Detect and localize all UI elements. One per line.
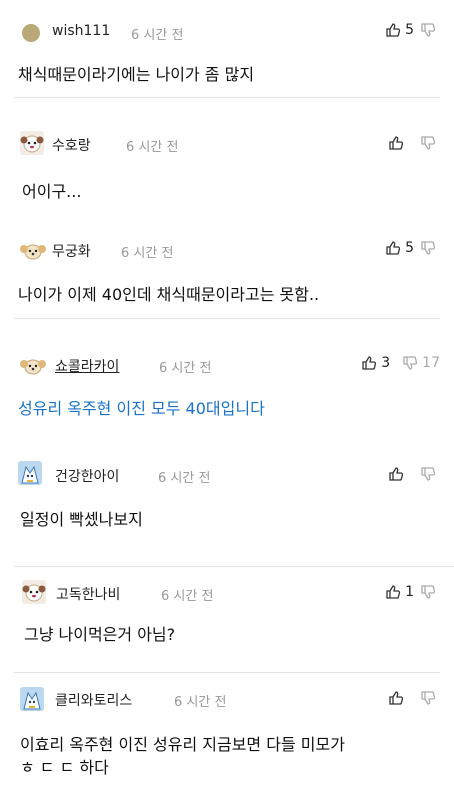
- thumb-up-icon: [386, 241, 401, 255]
- comment-author[interactable]: 수호랑: [52, 135, 91, 155]
- comment-author[interactable]: 고독한나비: [56, 584, 120, 604]
- dislike-count: 17: [422, 355, 440, 371]
- dislike-button[interactable]: [420, 22, 440, 38]
- dislike-button[interactable]: [420, 466, 440, 482]
- puppy-avatar-icon[interactable]: [20, 356, 46, 376]
- comment-text-line2: ㅎ ㄷ ㄷ 하다: [20, 758, 109, 777]
- like-button[interactable]: 3: [361, 355, 390, 371]
- comment-time: 6 시간 전: [121, 246, 174, 261]
- comment-text: 채식때문이라기에는 나이가 좀 많지: [18, 65, 255, 84]
- comment-author[interactable]: 클리와토리스: [55, 690, 132, 710]
- like-button[interactable]: 5: [385, 22, 414, 38]
- khaki-dot-avatar-icon[interactable]: [22, 24, 40, 42]
- comment-author[interactable]: 쇼콜라카이: [55, 356, 119, 376]
- like-button[interactable]: [388, 466, 408, 482]
- like-button[interactable]: 5: [385, 240, 414, 256]
- comment-time: 6 시간 전: [131, 28, 184, 43]
- thumb-down-icon: [421, 136, 436, 150]
- dislike-button[interactable]: [420, 135, 440, 151]
- dislike-button[interactable]: [420, 690, 440, 706]
- comment-item: wish111 6 시간 전 5 채식때문이라기에는 나이가 좀 많지: [0, 0, 454, 98]
- dislike-button[interactable]: [420, 584, 440, 600]
- thumb-up-icon: [389, 467, 404, 481]
- comment-text: 나이가 이제 40인데 채식때문이라고는 못함..: [18, 285, 320, 304]
- comment-author[interactable]: 건강한아이: [55, 466, 119, 486]
- comment-author[interactable]: 무궁화: [52, 241, 91, 261]
- puppy-avatar-icon[interactable]: [20, 131, 44, 155]
- like-button[interactable]: [388, 690, 408, 706]
- thumb-up-icon: [389, 691, 404, 705]
- thumb-down-icon: [403, 356, 418, 370]
- like-button[interactable]: 1: [385, 584, 414, 600]
- like-count: 5: [405, 240, 414, 256]
- comment-text: 이효리 옥주현 이진 성유리 지금보면 다들 미모가: [20, 735, 345, 754]
- like-count: 3: [381, 355, 391, 371]
- comment-text: 그냥 나이먹은거 아님?: [24, 625, 176, 644]
- comment-text: 어이구...: [22, 182, 82, 201]
- divider: [14, 566, 454, 567]
- comment-time: 6 시간 전: [174, 695, 227, 710]
- thumb-down-icon: [421, 691, 436, 705]
- thumb-down-icon: [421, 241, 436, 255]
- comment-text: 일정이 빡셌나보지: [20, 510, 143, 529]
- thumb-down-icon: [421, 23, 436, 37]
- divider: [14, 672, 440, 673]
- comment-time: 6 시간 전: [158, 471, 211, 486]
- comment-author[interactable]: wish111: [52, 23, 110, 39]
- divider: [14, 97, 440, 98]
- thumb-up-icon: [386, 585, 401, 599]
- like-button[interactable]: [388, 135, 408, 151]
- blue-cat-avatar-icon[interactable]: [20, 687, 44, 711]
- comment-time: 6 시간 전: [161, 589, 214, 604]
- comment-time: 6 시간 전: [159, 361, 212, 376]
- dislike-button[interactable]: 17: [402, 355, 440, 371]
- blue-cat-avatar-icon[interactable]: [18, 461, 42, 485]
- thumb-down-icon: [421, 467, 436, 481]
- thumb-down-icon: [421, 585, 436, 599]
- thumb-up-icon: [389, 136, 404, 150]
- divider: [14, 318, 440, 319]
- comment-text: 성유리 옥주현 이진 모두 40대입니다: [18, 399, 265, 418]
- puppy-avatar-icon[interactable]: [20, 241, 46, 261]
- like-count: 1: [405, 584, 414, 600]
- comment-time: 6 시간 전: [126, 140, 179, 155]
- thumb-up-icon: [386, 23, 401, 37]
- thumb-up-icon: [362, 356, 377, 370]
- puppy-avatar-icon[interactable]: [22, 580, 46, 604]
- like-count: 5: [405, 22, 414, 38]
- dislike-button[interactable]: [420, 240, 440, 256]
